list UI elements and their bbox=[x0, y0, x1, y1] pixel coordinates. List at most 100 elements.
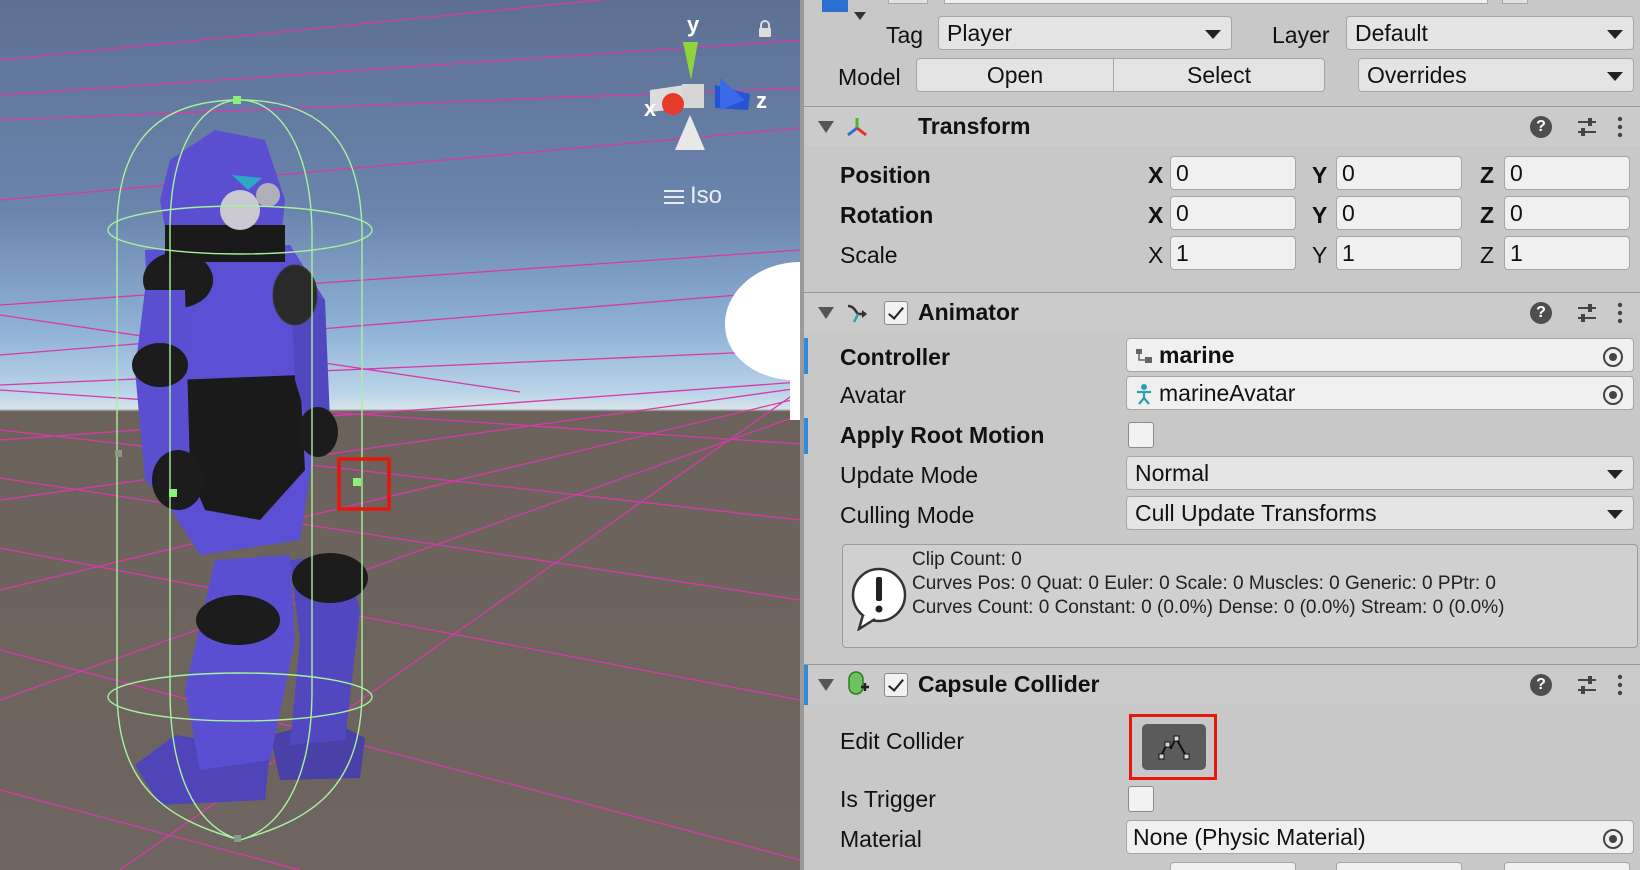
avatar-field[interactable]: marineAvatar bbox=[1126, 376, 1634, 410]
animator-info-box: Clip Count: 0 Curves Pos: 0 Quat: 0 Eule… bbox=[842, 544, 1638, 648]
position-y-field[interactable]: 0 bbox=[1336, 156, 1462, 190]
position-row: Position X 0 Y 0 Z 0 bbox=[804, 156, 1640, 194]
axis-y-label[interactable]: Y bbox=[1312, 162, 1327, 189]
transform-header[interactable]: Transform ? bbox=[804, 106, 1640, 146]
tag-dropdown[interactable]: Player bbox=[938, 16, 1232, 50]
kebab-menu-icon[interactable] bbox=[1616, 302, 1624, 324]
culling-mode-value: Cull Update Transforms bbox=[1135, 500, 1377, 526]
preset-sliders-icon[interactable] bbox=[1576, 116, 1598, 138]
material-value: None (Physic Material) bbox=[1133, 824, 1366, 850]
avatar-figure-icon bbox=[1137, 384, 1151, 405]
object-picker-icon[interactable] bbox=[1603, 347, 1623, 367]
gizmo-x-label[interactable]: x bbox=[644, 96, 656, 122]
gizmo-y-label[interactable]: y bbox=[687, 12, 699, 38]
update-mode-value: Normal bbox=[1135, 460, 1210, 486]
rotation-y-field[interactable]: 0 bbox=[1336, 196, 1462, 230]
tag-label: Tag bbox=[886, 22, 924, 48]
foldout-arrow-icon[interactable] bbox=[818, 307, 834, 319]
object-picker-icon[interactable] bbox=[1603, 385, 1623, 405]
axis-y-label[interactable]: Y bbox=[1312, 242, 1327, 269]
avatar-row: Avatar marineAvatar bbox=[804, 376, 1640, 414]
model-open-button[interactable]: Open bbox=[916, 58, 1114, 92]
axis-z-label[interactable]: Z bbox=[1480, 162, 1494, 189]
lock-icon[interactable] bbox=[757, 20, 773, 38]
scale-label: Scale bbox=[840, 242, 898, 268]
culling-mode-dropdown[interactable]: Cull Update Transforms bbox=[1126, 496, 1634, 530]
scale-y-field[interactable]: 1 bbox=[1336, 236, 1462, 270]
foldout-arrow-icon[interactable] bbox=[818, 121, 834, 133]
handle-highlight bbox=[337, 457, 391, 511]
edit-collider-label: Edit Collider bbox=[840, 728, 964, 754]
info-clip-count: Clip Count: 0 bbox=[912, 549, 1022, 570]
animator-controller-icon bbox=[1136, 349, 1152, 363]
scale-z-field[interactable]: 1 bbox=[1504, 236, 1630, 270]
update-mode-dropdown[interactable]: Normal bbox=[1126, 456, 1634, 490]
object-picker-icon[interactable] bbox=[1603, 829, 1623, 849]
foldout-arrow-icon[interactable] bbox=[818, 679, 834, 691]
kebab-menu-icon[interactable] bbox=[1616, 674, 1624, 696]
animator-icon bbox=[847, 304, 867, 323]
dropdown-caret-icon bbox=[1607, 30, 1623, 39]
apply-root-motion-label: Apply Root Motion bbox=[840, 422, 1045, 448]
position-x-field[interactable]: 0 bbox=[1170, 156, 1296, 190]
apply-root-motion-checkbox[interactable] bbox=[1128, 422, 1154, 448]
gizmo-z-label[interactable]: z bbox=[756, 88, 767, 114]
preset-sliders-icon[interactable] bbox=[1576, 302, 1598, 324]
scale-row: Scale X 1 Y 1 Z 1 bbox=[804, 236, 1640, 274]
info-speech-icon bbox=[851, 567, 907, 631]
capsule-collider-icon bbox=[848, 671, 869, 695]
model-overrides-dropdown[interactable]: Overrides bbox=[1358, 58, 1634, 92]
position-z-field[interactable]: 0 bbox=[1504, 156, 1630, 190]
scale-x-field[interactable]: 1 bbox=[1170, 236, 1296, 270]
avatar-value: marineAvatar bbox=[1159, 380, 1296, 406]
material-row: Material None (Physic Material) bbox=[804, 820, 1640, 858]
layer-label: Layer bbox=[1272, 22, 1330, 48]
help-icon[interactable]: ? bbox=[1530, 302, 1552, 324]
overrides-value: Overrides bbox=[1367, 62, 1467, 88]
axis-z-label[interactable]: Z bbox=[1480, 242, 1494, 269]
partial-field[interactable] bbox=[1336, 862, 1462, 870]
dropdown-caret-icon bbox=[1607, 72, 1623, 81]
material-field[interactable]: None (Physic Material) bbox=[1126, 820, 1634, 854]
animator-header[interactable]: Animator ? bbox=[804, 292, 1640, 332]
layer-dropdown[interactable]: Default bbox=[1346, 16, 1634, 50]
axis-x-label[interactable]: X bbox=[1148, 162, 1163, 189]
axis-z-label[interactable]: Z bbox=[1480, 202, 1494, 229]
scene-grid bbox=[0, 0, 800, 870]
preset-sliders-icon[interactable] bbox=[1576, 674, 1598, 696]
edit-collider-row: Edit Collider bbox=[804, 722, 1640, 760]
capsule-collider-header[interactable]: Capsule Collider ? bbox=[804, 664, 1640, 705]
kebab-menu-icon[interactable] bbox=[1616, 116, 1624, 138]
partial-field[interactable] bbox=[1504, 862, 1630, 870]
is-trigger-row: Is Trigger bbox=[804, 780, 1640, 818]
apply-root-motion-row: Apply Root Motion bbox=[804, 416, 1640, 454]
capsule-collider-enabled-checkbox[interactable] bbox=[884, 673, 908, 697]
hamburger-icon bbox=[664, 190, 684, 204]
partial-field[interactable] bbox=[1170, 862, 1296, 870]
rotation-z-field[interactable]: 0 bbox=[1504, 196, 1630, 230]
axis-x-label[interactable]: X bbox=[1148, 202, 1163, 229]
override-indicator bbox=[804, 665, 808, 705]
transform-title: Transform bbox=[918, 113, 1031, 139]
model-label: Model bbox=[838, 64, 901, 90]
axis-y-label[interactable]: Y bbox=[1312, 202, 1327, 229]
rotation-x-field[interactable]: 0 bbox=[1170, 196, 1296, 230]
static-toggle-partial[interactable] bbox=[888, 0, 928, 4]
help-icon[interactable]: ? bbox=[1530, 116, 1552, 138]
update-mode-row: Update Mode Normal bbox=[804, 456, 1640, 494]
scene-canvas[interactable] bbox=[0, 0, 800, 870]
is-trigger-checkbox[interactable] bbox=[1128, 786, 1154, 812]
info-curves-count: Curves Count: 0 Constant: 0 (0.0%) Dense… bbox=[912, 597, 1505, 618]
object-name-field-partial[interactable] bbox=[944, 0, 1488, 4]
help-icon[interactable]: ? bbox=[1530, 674, 1552, 696]
culling-mode-label: Culling Mode bbox=[840, 502, 975, 528]
controller-field[interactable]: marine bbox=[1126, 338, 1634, 372]
axis-x-label[interactable]: X bbox=[1148, 242, 1163, 269]
static-checkbox-partial[interactable] bbox=[1502, 0, 1528, 4]
model-select-button[interactable]: Select bbox=[1113, 58, 1325, 92]
animator-enabled-checkbox[interactable] bbox=[884, 301, 908, 325]
edit-collider-highlight bbox=[1129, 714, 1217, 780]
scene-view[interactable]: y x z Iso bbox=[0, 0, 800, 870]
model-row: Model Open Select Overrides bbox=[804, 58, 1640, 96]
material-label: Material bbox=[840, 826, 922, 852]
